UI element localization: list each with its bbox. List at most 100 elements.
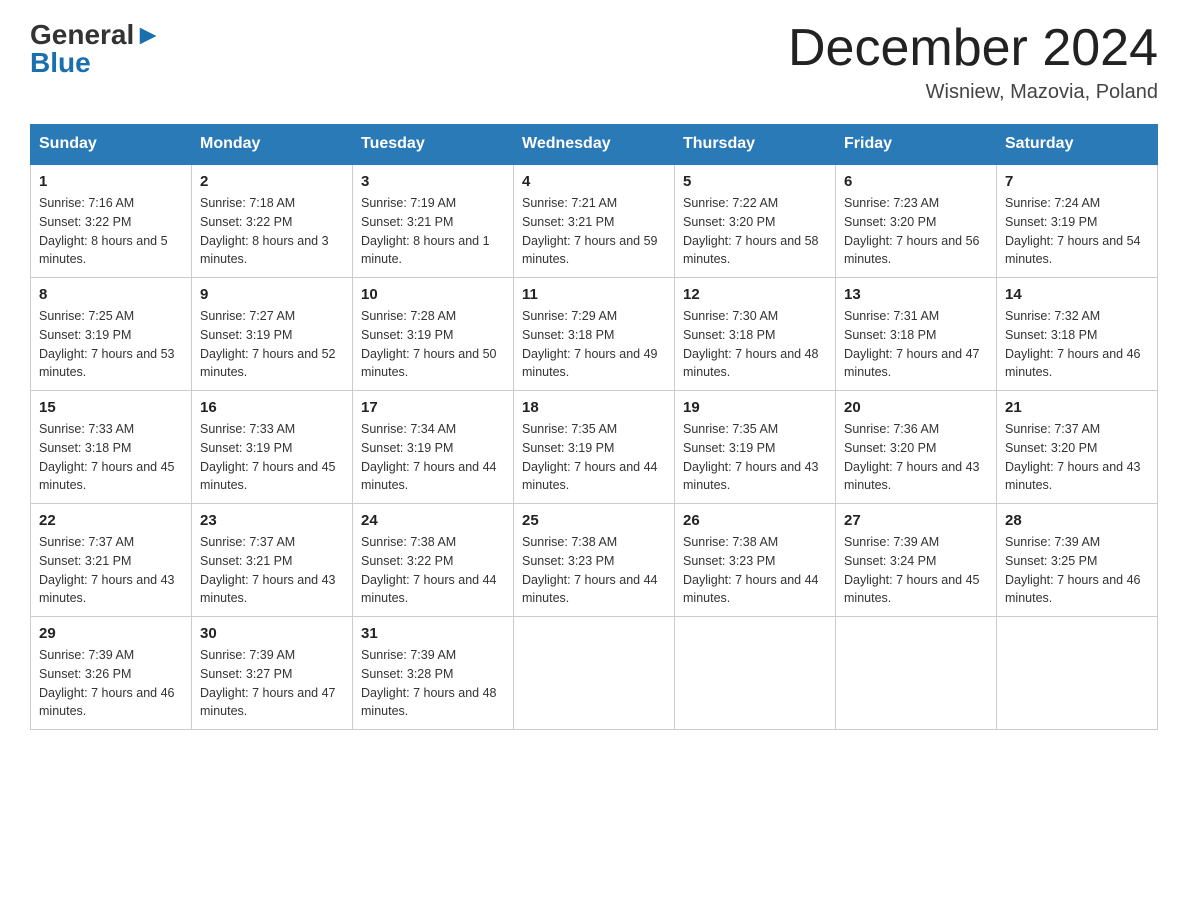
- table-row: [997, 617, 1158, 730]
- day-number: 20: [844, 399, 988, 416]
- day-info: Sunrise: 7:25 AMSunset: 3:19 PMDaylight:…: [39, 309, 175, 379]
- table-row: 2 Sunrise: 7:18 AMSunset: 3:22 PMDayligh…: [192, 164, 353, 278]
- day-number: 3: [361, 173, 505, 190]
- day-number: 30: [200, 625, 344, 642]
- day-number: 1: [39, 173, 183, 190]
- day-info: Sunrise: 7:32 AMSunset: 3:18 PMDaylight:…: [1005, 309, 1141, 379]
- table-row: 6 Sunrise: 7:23 AMSunset: 3:20 PMDayligh…: [836, 164, 997, 278]
- day-number: 22: [39, 512, 183, 529]
- day-number: 6: [844, 173, 988, 190]
- title-block: December 2024 Wisniew, Mazovia, Poland: [788, 20, 1158, 104]
- day-info: Sunrise: 7:39 AMSunset: 3:26 PMDaylight:…: [39, 648, 175, 718]
- day-info: Sunrise: 7:18 AMSunset: 3:22 PMDaylight:…: [200, 196, 329, 266]
- table-row: 31 Sunrise: 7:39 AMSunset: 3:28 PMDaylig…: [353, 617, 514, 730]
- day-info: Sunrise: 7:35 AMSunset: 3:19 PMDaylight:…: [522, 422, 658, 492]
- day-info: Sunrise: 7:33 AMSunset: 3:19 PMDaylight:…: [200, 422, 336, 492]
- day-info: Sunrise: 7:30 AMSunset: 3:18 PMDaylight:…: [683, 309, 819, 379]
- day-number: 9: [200, 286, 344, 303]
- day-number: 10: [361, 286, 505, 303]
- table-row: 10 Sunrise: 7:28 AMSunset: 3:19 PMDaylig…: [353, 278, 514, 391]
- table-row: [514, 617, 675, 730]
- table-row: 27 Sunrise: 7:39 AMSunset: 3:24 PMDaylig…: [836, 504, 997, 617]
- table-row: 1 Sunrise: 7:16 AMSunset: 3:22 PMDayligh…: [31, 164, 192, 278]
- table-row: 13 Sunrise: 7:31 AMSunset: 3:18 PMDaylig…: [836, 278, 997, 391]
- logo: General► Blue: [30, 20, 162, 79]
- table-row: 11 Sunrise: 7:29 AMSunset: 3:18 PMDaylig…: [514, 278, 675, 391]
- day-number: 5: [683, 173, 827, 190]
- day-info: Sunrise: 7:29 AMSunset: 3:18 PMDaylight:…: [522, 309, 658, 379]
- table-row: 24 Sunrise: 7:38 AMSunset: 3:22 PMDaylig…: [353, 504, 514, 617]
- day-info: Sunrise: 7:36 AMSunset: 3:20 PMDaylight:…: [844, 422, 980, 492]
- calendar-header-row: Sunday Monday Tuesday Wednesday Thursday…: [31, 125, 1158, 165]
- day-info: Sunrise: 7:23 AMSunset: 3:20 PMDaylight:…: [844, 196, 980, 266]
- calendar-week-row: 15 Sunrise: 7:33 AMSunset: 3:18 PMDaylig…: [31, 391, 1158, 504]
- day-info: Sunrise: 7:19 AMSunset: 3:21 PMDaylight:…: [361, 196, 490, 266]
- table-row: 5 Sunrise: 7:22 AMSunset: 3:20 PMDayligh…: [675, 164, 836, 278]
- day-number: 18: [522, 399, 666, 416]
- day-number: 26: [683, 512, 827, 529]
- day-number: 27: [844, 512, 988, 529]
- calendar-week-row: 1 Sunrise: 7:16 AMSunset: 3:22 PMDayligh…: [31, 164, 1158, 278]
- day-info: Sunrise: 7:38 AMSunset: 3:22 PMDaylight:…: [361, 535, 497, 605]
- day-info: Sunrise: 7:16 AMSunset: 3:22 PMDaylight:…: [39, 196, 168, 266]
- table-row: 25 Sunrise: 7:38 AMSunset: 3:23 PMDaylig…: [514, 504, 675, 617]
- table-row: [836, 617, 997, 730]
- day-number: 31: [361, 625, 505, 642]
- day-number: 17: [361, 399, 505, 416]
- day-info: Sunrise: 7:27 AMSunset: 3:19 PMDaylight:…: [200, 309, 336, 379]
- table-row: 3 Sunrise: 7:19 AMSunset: 3:21 PMDayligh…: [353, 164, 514, 278]
- calendar-week-row: 8 Sunrise: 7:25 AMSunset: 3:19 PMDayligh…: [31, 278, 1158, 391]
- col-thursday: Thursday: [675, 125, 836, 165]
- day-number: 16: [200, 399, 344, 416]
- month-title: December 2024: [788, 20, 1158, 77]
- day-info: Sunrise: 7:31 AMSunset: 3:18 PMDaylight:…: [844, 309, 980, 379]
- day-info: Sunrise: 7:33 AMSunset: 3:18 PMDaylight:…: [39, 422, 175, 492]
- table-row: [675, 617, 836, 730]
- table-row: 9 Sunrise: 7:27 AMSunset: 3:19 PMDayligh…: [192, 278, 353, 391]
- day-number: 7: [1005, 173, 1149, 190]
- day-info: Sunrise: 7:39 AMSunset: 3:24 PMDaylight:…: [844, 535, 980, 605]
- day-info: Sunrise: 7:39 AMSunset: 3:25 PMDaylight:…: [1005, 535, 1141, 605]
- day-number: 12: [683, 286, 827, 303]
- table-row: 22 Sunrise: 7:37 AMSunset: 3:21 PMDaylig…: [31, 504, 192, 617]
- day-number: 29: [39, 625, 183, 642]
- day-info: Sunrise: 7:22 AMSunset: 3:20 PMDaylight:…: [683, 196, 819, 266]
- table-row: 28 Sunrise: 7:39 AMSunset: 3:25 PMDaylig…: [997, 504, 1158, 617]
- day-info: Sunrise: 7:24 AMSunset: 3:19 PMDaylight:…: [1005, 196, 1141, 266]
- day-info: Sunrise: 7:38 AMSunset: 3:23 PMDaylight:…: [683, 535, 819, 605]
- calendar-table: Sunday Monday Tuesday Wednesday Thursday…: [30, 124, 1158, 730]
- col-wednesday: Wednesday: [514, 125, 675, 165]
- day-info: Sunrise: 7:38 AMSunset: 3:23 PMDaylight:…: [522, 535, 658, 605]
- day-number: 19: [683, 399, 827, 416]
- day-info: Sunrise: 7:35 AMSunset: 3:19 PMDaylight:…: [683, 422, 819, 492]
- day-info: Sunrise: 7:39 AMSunset: 3:27 PMDaylight:…: [200, 648, 336, 718]
- day-number: 11: [522, 286, 666, 303]
- table-row: 20 Sunrise: 7:36 AMSunset: 3:20 PMDaylig…: [836, 391, 997, 504]
- day-number: 24: [361, 512, 505, 529]
- location: Wisniew, Mazovia, Poland: [788, 81, 1158, 104]
- table-row: 17 Sunrise: 7:34 AMSunset: 3:19 PMDaylig…: [353, 391, 514, 504]
- table-row: 19 Sunrise: 7:35 AMSunset: 3:19 PMDaylig…: [675, 391, 836, 504]
- day-number: 4: [522, 173, 666, 190]
- day-number: 2: [200, 173, 344, 190]
- table-row: 4 Sunrise: 7:21 AMSunset: 3:21 PMDayligh…: [514, 164, 675, 278]
- day-info: Sunrise: 7:39 AMSunset: 3:28 PMDaylight:…: [361, 648, 497, 718]
- table-row: 21 Sunrise: 7:37 AMSunset: 3:20 PMDaylig…: [997, 391, 1158, 504]
- day-number: 28: [1005, 512, 1149, 529]
- table-row: 16 Sunrise: 7:33 AMSunset: 3:19 PMDaylig…: [192, 391, 353, 504]
- day-info: Sunrise: 7:21 AMSunset: 3:21 PMDaylight:…: [522, 196, 658, 266]
- day-number: 14: [1005, 286, 1149, 303]
- col-tuesday: Tuesday: [353, 125, 514, 165]
- table-row: 23 Sunrise: 7:37 AMSunset: 3:21 PMDaylig…: [192, 504, 353, 617]
- day-number: 8: [39, 286, 183, 303]
- calendar-week-row: 22 Sunrise: 7:37 AMSunset: 3:21 PMDaylig…: [31, 504, 1158, 617]
- logo-line2: Blue: [30, 47, 91, 79]
- col-friday: Friday: [836, 125, 997, 165]
- day-number: 21: [1005, 399, 1149, 416]
- table-row: 18 Sunrise: 7:35 AMSunset: 3:19 PMDaylig…: [514, 391, 675, 504]
- table-row: 14 Sunrise: 7:32 AMSunset: 3:18 PMDaylig…: [997, 278, 1158, 391]
- col-sunday: Sunday: [31, 125, 192, 165]
- table-row: 15 Sunrise: 7:33 AMSunset: 3:18 PMDaylig…: [31, 391, 192, 504]
- page-header: General► Blue December 2024 Wisniew, Maz…: [30, 20, 1158, 104]
- day-number: 25: [522, 512, 666, 529]
